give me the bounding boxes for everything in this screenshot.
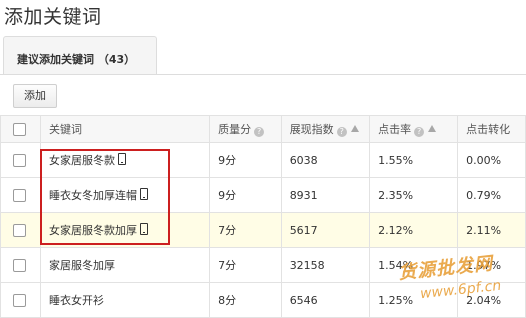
col-index-label: 展现指数 bbox=[289, 123, 334, 136]
quality-cell: 8分 bbox=[209, 282, 282, 318]
keyword-cell: 家居服冬加厚 bbox=[39, 247, 211, 283]
row-select-cell bbox=[0, 247, 41, 283]
col-quality-label: 质量分 bbox=[218, 123, 252, 136]
keyword-text: 家居服冬加厚 bbox=[48, 259, 115, 272]
col-keyword-label: 关键词 bbox=[48, 123, 82, 136]
row-checkbox[interactable] bbox=[13, 188, 26, 202]
help-icon[interactable]: ? bbox=[414, 127, 425, 137]
sort-up-icon[interactable] bbox=[428, 125, 437, 132]
conversion-cell: 2.11% bbox=[457, 212, 526, 248]
conversion-cell: 0.00% bbox=[457, 142, 526, 178]
keyword-cell: 女家居服冬款加厚 bbox=[39, 212, 211, 248]
index-cell: 6038 bbox=[280, 142, 371, 178]
ctr-cell: 2.35% bbox=[369, 177, 459, 213]
table-row[interactable]: 女家居服冬款加厚 7分 5617 2.12% 2.11% bbox=[0, 212, 526, 248]
col-keyword: 关键词 bbox=[39, 115, 211, 143]
col-conversion-label: 点击转化 bbox=[466, 123, 511, 136]
mobile-phone-icon bbox=[139, 188, 148, 200]
quality-cell: 7分 bbox=[209, 212, 282, 248]
help-icon[interactable]: ? bbox=[254, 127, 265, 137]
col-ctr[interactable]: 点击率? bbox=[369, 115, 459, 143]
quality-cell: 7分 bbox=[209, 247, 282, 283]
ctr-cell: 1.55% bbox=[369, 142, 459, 178]
row-checkbox[interactable] bbox=[13, 153, 26, 167]
quality-cell: 9分 bbox=[209, 177, 282, 213]
col-index[interactable]: 展现指数? bbox=[280, 115, 371, 143]
sort-up-icon[interactable] bbox=[350, 125, 359, 132]
tab-suggested-keywords[interactable]: 建议添加关键词 （43） bbox=[3, 36, 157, 74]
table-row[interactable]: 女家居服冬款 9分 6038 1.55% 0.00% bbox=[0, 142, 526, 178]
row-checkbox[interactable] bbox=[13, 293, 26, 307]
table-header-row: 关键词 质量分? 展现指数? 点击率? 点击转化 bbox=[0, 115, 526, 143]
keyword-cell: 女家居服冬款 bbox=[39, 142, 211, 178]
add-button[interactable]: 添加 bbox=[13, 84, 57, 108]
table-row[interactable]: 睡衣女冬加厚连帽 9分 8931 2.35% 0.79% bbox=[0, 177, 526, 213]
row-select-cell bbox=[0, 212, 41, 248]
select-all-cell bbox=[0, 115, 41, 143]
keyword-cell: 睡衣女冬加厚连帽 bbox=[39, 177, 211, 213]
index-cell: 32158 bbox=[280, 247, 371, 283]
tab-strip: 建议添加关键词 （43） bbox=[0, 36, 526, 75]
row-select-cell bbox=[0, 282, 41, 318]
select-all-checkbox[interactable] bbox=[13, 122, 26, 136]
mobile-phone-icon bbox=[117, 153, 126, 165]
keyword-text: 女家居服冬款加厚 bbox=[48, 224, 137, 237]
col-ctr-label: 点击率 bbox=[378, 123, 412, 136]
row-checkbox[interactable] bbox=[13, 223, 26, 237]
keyword-text: 睡衣女冬加厚连帽 bbox=[48, 189, 137, 202]
row-select-cell bbox=[0, 177, 41, 213]
conversion-cell: 0.79% bbox=[457, 177, 526, 213]
help-icon[interactable]: ? bbox=[336, 127, 347, 137]
mobile-phone-icon bbox=[139, 223, 148, 235]
page-title: 添加关键词 bbox=[4, 6, 102, 28]
index-cell: 5617 bbox=[280, 212, 371, 248]
col-quality: 质量分? bbox=[209, 115, 282, 143]
row-select-cell bbox=[0, 142, 41, 178]
tab-label: 建议添加关键词 （43） bbox=[17, 53, 136, 66]
keyword-text: 睡衣女开衫 bbox=[48, 294, 104, 307]
keyword-text: 女家居服冬款 bbox=[48, 154, 115, 167]
index-cell: 8931 bbox=[280, 177, 371, 213]
ctr-cell: 2.12% bbox=[369, 212, 459, 248]
row-checkbox[interactable] bbox=[13, 258, 26, 272]
keyword-cell: 睡衣女开衫 bbox=[39, 282, 211, 318]
index-cell: 6546 bbox=[280, 282, 371, 318]
col-conversion[interactable]: 点击转化 bbox=[457, 115, 526, 143]
quality-cell: 9分 bbox=[209, 142, 282, 178]
